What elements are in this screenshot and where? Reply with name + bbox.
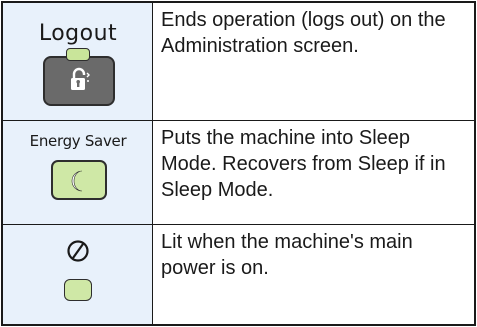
logout-indicator-led (66, 48, 90, 61)
description-main-power: Lit when the machine's main power is on. (153, 225, 474, 324)
description-energy-saver: Puts the machine into Sleep Mode. Recove… (153, 121, 474, 224)
key-cell-main-power (3, 225, 153, 324)
description-logout: Ends operation (logs out) on the Adminis… (153, 3, 474, 120)
main-power-indicator-led (64, 279, 92, 301)
moon-icon (67, 168, 91, 199)
table-row-main-power: Lit when the machine's main power is on. (3, 225, 474, 324)
key-cell-logout: Logout (3, 3, 153, 120)
power-icon (64, 237, 92, 270)
key-cell-energy-saver: Energy Saver (3, 121, 153, 224)
energy-saver-key-label: Energy Saver (29, 132, 127, 150)
table-row-energy-saver: Energy Saver Puts the machine into Sleep… (3, 121, 474, 225)
table-row-logout: Logout Ends operation (logs out) on the … (3, 3, 474, 121)
energy-saver-key-button (51, 160, 107, 200)
logout-key-label: Logout (38, 21, 118, 46)
lock-icon (69, 67, 91, 98)
key-description-table: Logout Ends operation (logs out) on the … (1, 1, 476, 326)
logout-key-button (43, 56, 115, 106)
